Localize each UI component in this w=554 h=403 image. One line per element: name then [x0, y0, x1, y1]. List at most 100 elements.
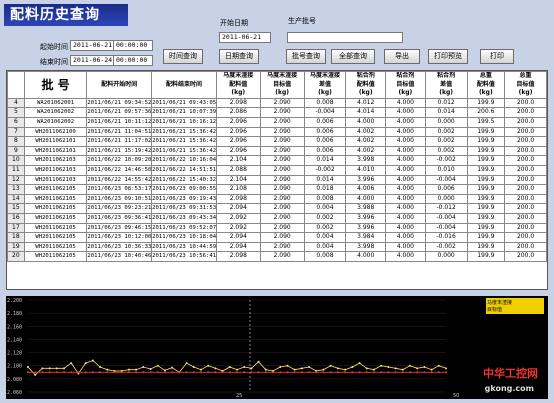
row-number: 10	[7, 155, 25, 166]
time-query-button[interactable]: 时间查询	[163, 49, 203, 64]
print-button[interactable]: 打印	[480, 49, 514, 64]
data-point	[63, 367, 66, 370]
table-row[interactable]: 8 WH2011062101 2011/06/21 11:17:02 2011/06/…	[7, 136, 547, 147]
data-point	[91, 359, 94, 362]
table-row[interactable]: 18 WH2011062105 2011/06/23 10:12:00 2011/06…	[7, 232, 547, 243]
table-row[interactable]: 4 WA201062001 2011/06/21 09:34:52 2011/06/2…	[7, 97, 547, 109]
row-number: 9	[7, 145, 25, 157]
col-header-c4: 马度末渣接 配料值 (kg)	[215, 71, 261, 99]
table-cell: WA201062002	[23, 116, 88, 128]
table-row[interactable]: 20 WH2011062105 2011/06/23 10:40:46 2011/06…	[7, 251, 547, 262]
table-cell: -0.002	[424, 241, 468, 253]
col-header-c7: 粘合剂 配料值 (kg)	[345, 71, 387, 99]
start-clock-field[interactable]: 00:00:00	[113, 40, 153, 51]
table-row[interactable]: 9 WH2011062101 2011/06/21 15:19:42 2011/06/…	[7, 145, 547, 157]
table-cell: 199.9	[466, 174, 506, 186]
table-cell: 2011/06/21 15:36:42	[151, 136, 217, 147]
table-cell: 2.090	[259, 251, 305, 262]
print-preview-button[interactable]: 打印预览	[428, 49, 468, 64]
data-point	[264, 371, 267, 374]
data-point	[149, 368, 152, 370]
data-point	[250, 367, 253, 370]
table-cell: 0.012	[424, 97, 468, 109]
table-cell: 4.000	[385, 184, 426, 195]
row-number: 8	[7, 136, 25, 147]
table-row[interactable]: 7 WH2011062100 2011/06/21 11:04:51 2011/06/…	[7, 126, 547, 138]
table-row[interactable]: 13 WH2011062105 2011/06/23 08:53:17 2011/06…	[7, 184, 547, 195]
table-cell: 2011/06/23 10:18:04	[151, 232, 217, 243]
data-point	[329, 364, 332, 367]
col-header-c11: 总重 目标值 (kg)	[504, 71, 547, 99]
data-point	[372, 368, 375, 371]
table-cell: 0.008	[303, 251, 347, 262]
table-row[interactable]: 10 WH2011062103 2011/06/22 10:09:20 2011/06…	[7, 155, 547, 166]
row-number: 11	[7, 164, 25, 176]
table-cell: 0.006	[303, 145, 347, 157]
batch-input[interactable]	[287, 32, 403, 43]
table-cell: 4.000	[345, 193, 387, 205]
table-cell: 2.098	[215, 193, 261, 205]
table-cell: WH2011062105	[23, 193, 88, 205]
table-cell: -0.004	[424, 212, 468, 224]
table-cell: 4.000	[385, 136, 426, 147]
start-time-label: 起始时间	[40, 43, 68, 51]
table-row[interactable]: 5 WA201062002 2011/06/21 09:57:36 2011/06/2…	[7, 107, 547, 118]
batch-query-button[interactable]: 批号查询	[286, 49, 326, 64]
history-table: 批 号 配料开始时间 配料结束时间 马度末渣接 配料值 (kg) 马度末渣接 目标值(…	[6, 70, 548, 290]
start-date-input[interactable]: 2011-06-21	[219, 32, 271, 43]
table-cell: 4.000	[385, 155, 426, 166]
data-point	[207, 371, 210, 374]
table-cell: 0.006	[303, 116, 347, 128]
table-cell: 0.018	[303, 184, 347, 195]
data-point	[372, 371, 375, 374]
table-cell: WA201062001	[23, 97, 88, 109]
data-point	[416, 367, 419, 370]
table-cell: 199.9	[466, 126, 506, 138]
table-cell: 0.004	[303, 203, 347, 214]
table-cell: WH2011062105	[23, 203, 88, 214]
table-row[interactable]: 11 WH2011062103 2011/06/22 14:46:50 2011/06…	[7, 164, 547, 176]
table-row[interactable]: 15 WH2011062105 2011/06/23 09:23:21 2011/06…	[7, 203, 547, 214]
export-button[interactable]: 导出	[384, 49, 420, 64]
table-cell: 199.9	[466, 164, 506, 176]
end-clock-field[interactable]: 00:00:00	[113, 55, 153, 66]
table-cell: 2011/06/23 09:31:53	[151, 203, 217, 214]
data-point	[286, 371, 289, 374]
data-point	[27, 371, 29, 374]
data-point	[192, 366, 195, 369]
table-cell: 0.002	[424, 145, 468, 157]
end-date-field[interactable]: 2011-06-24	[70, 55, 114, 66]
data-point	[163, 371, 166, 374]
table-row[interactable]: 6 WA201062002 2011/06/21 10:11:12 2011/06/2…	[7, 116, 547, 128]
table-cell: 0.008	[303, 193, 347, 205]
date-query-button[interactable]: 日期查询	[219, 49, 259, 64]
data-point	[279, 371, 282, 374]
table-cell: -0.002	[424, 155, 468, 166]
col-header-c9: 粘合剂 差值 (kg)	[424, 71, 468, 99]
col-header-c6: 马度末渣接 差值 (kg)	[303, 71, 347, 99]
data-point	[34, 373, 37, 376]
table-row[interactable]: 12 WH2011062103 2011/06/22 14:55:42 2011/06…	[7, 174, 547, 186]
all-query-button[interactable]: 全部查询	[331, 49, 375, 64]
table-cell: WH2011062103	[23, 155, 88, 166]
table-row[interactable]: 19 WH2011062105 2011/06/23 10:36:33 2011/06…	[7, 241, 547, 253]
table-cell: 200.0	[504, 184, 547, 195]
table-cell: WH2011062100	[23, 126, 88, 138]
table-cell: 2.090	[259, 222, 305, 234]
table-cell: 2011/06/23 08:53:17	[86, 184, 153, 195]
table-row[interactable]: 17 WH2011062105 2011/06/23 09:46:15 2011/06…	[7, 222, 547, 234]
col-header-c10: 总重 配料值 (kg)	[466, 71, 506, 99]
table-cell: 199.5	[466, 116, 506, 128]
table-cell: 0.002	[424, 126, 468, 138]
table-cell: 2011/06/21 10:11:12	[86, 116, 153, 128]
start-date-field[interactable]: 2011-06-21	[70, 40, 114, 51]
table-cell: 200.0	[504, 145, 547, 157]
table-cell: 200.0	[504, 97, 547, 109]
data-point	[322, 368, 325, 371]
data-point	[300, 367, 303, 370]
table-cell: 200.0	[504, 203, 547, 214]
col-header-batch: 批 号	[23, 71, 88, 99]
table-cell: WH2011062101	[23, 145, 88, 157]
table-row[interactable]: 16 WH2011062105 2011/06/23 09:36:41 2011/06…	[7, 212, 547, 224]
table-row[interactable]: 14 WH2011062105 2011/06/23 09:10:51 2011/06…	[7, 193, 547, 205]
